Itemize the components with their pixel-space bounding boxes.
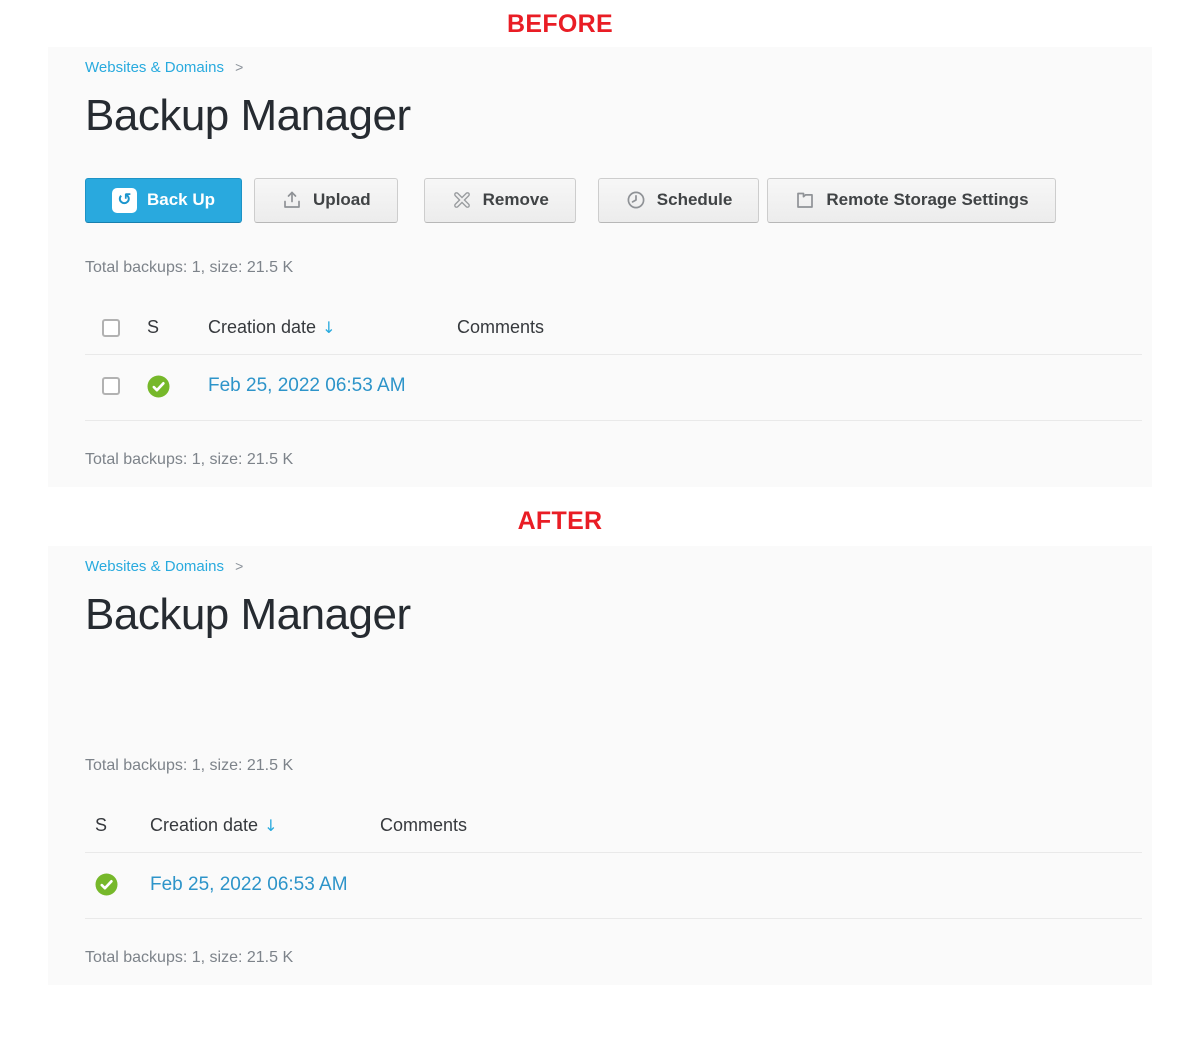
breadcrumb-link-websites-domains[interactable]: Websites & Domains — [85, 59, 224, 76]
backup-summary-top: Total backups: 1, size: 21.5 K — [85, 259, 1142, 277]
back-up-button[interactable]: ↺ Back Up — [85, 178, 242, 223]
creation-date-sort-link[interactable]: Creation date — [208, 317, 316, 337]
remove-icon — [451, 189, 473, 211]
backup-date-link[interactable]: Feb 25, 2022 06:53 AM — [208, 375, 406, 396]
row-date-cell: Feb 25, 2022 06:53 AM — [191, 354, 440, 420]
breadcrumb: Websites & Domains > — [85, 556, 1142, 575]
upload-icon — [281, 189, 303, 211]
select-all-cell — [85, 303, 130, 355]
backup-summary-top: Total backups: 1, size: 21.5 K — [85, 757, 1142, 775]
creation-date-column-header: Creation date ↓ — [140, 801, 370, 853]
backup-row: Feb 25, 2022 06:53 AM — [85, 853, 1142, 919]
schedule-button[interactable]: Schedule — [598, 178, 760, 223]
row-status-cell — [85, 853, 140, 919]
row-comments-cell — [440, 354, 1142, 420]
backup-icon: ↺ — [112, 188, 137, 213]
schedule-button-label: Schedule — [657, 190, 733, 210]
backup-row: Feb 25, 2022 06:53 AM — [85, 354, 1142, 420]
remote-storage-settings-button[interactable]: Remote Storage Settings — [767, 178, 1055, 223]
row-select-cell — [85, 354, 130, 420]
upload-button[interactable]: Upload — [254, 178, 398, 223]
row-checkbox[interactable] — [102, 377, 120, 395]
backup-summary-bottom: Total backups: 1, size: 21.5 K — [85, 451, 1142, 469]
status-column-header: S — [85, 801, 140, 853]
status-column-header: S — [130, 303, 191, 355]
creation-date-column-header: Creation date ↓ — [191, 303, 440, 355]
breadcrumb: Websites & Domains > — [85, 57, 1142, 76]
page-title: Backup Manager — [85, 590, 1142, 641]
after-panel: Websites & Domains > Backup Manager Tota… — [48, 546, 1152, 986]
breadcrumb-link-websites-domains[interactable]: Websites & Domains — [85, 558, 224, 575]
upload-button-label: Upload — [313, 190, 371, 210]
remove-button[interactable]: Remove — [424, 178, 576, 223]
creation-date-sort-link[interactable]: Creation date — [150, 815, 258, 835]
select-all-checkbox[interactable] — [102, 319, 120, 337]
backups-table: S Creation date ↓ Comments — [85, 801, 1142, 919]
row-comments-cell — [370, 853, 1142, 919]
table-header-row: S Creation date ↓ Comments — [85, 801, 1142, 853]
schedule-icon — [625, 189, 647, 211]
toolbar: ↺ Back Up Upload Remove — [85, 178, 1142, 223]
before-panel: Websites & Domains > Backup Manager ↺ Ba… — [48, 47, 1152, 487]
breadcrumb-separator-icon: > — [235, 59, 243, 75]
sort-desc-icon: ↓ — [264, 816, 277, 835]
back-up-button-label: Back Up — [147, 190, 215, 210]
ok-status-icon — [147, 375, 181, 398]
toolbar-removed-space — [85, 676, 1142, 721]
backup-summary-bottom: Total backups: 1, size: 21.5 K — [85, 949, 1142, 967]
breadcrumb-separator-icon: > — [235, 558, 243, 574]
table-header-row: S Creation date ↓ Comments — [85, 303, 1142, 355]
sort-desc-icon: ↓ — [322, 318, 335, 337]
page-title: Backup Manager — [85, 91, 1142, 142]
remove-button-label: Remove — [483, 190, 549, 210]
row-date-cell: Feb 25, 2022 06:53 AM — [140, 853, 370, 919]
comments-column-header: Comments — [370, 801, 1142, 853]
folder-icon — [794, 189, 816, 211]
comments-column-header: Comments — [440, 303, 1142, 355]
ok-status-icon — [95, 873, 130, 896]
row-status-cell — [130, 354, 191, 420]
backups-table: S Creation date ↓ Comments — [85, 303, 1142, 421]
after-label: AFTER — [0, 487, 1120, 538]
remote-storage-settings-button-label: Remote Storage Settings — [826, 190, 1028, 210]
before-label: BEFORE — [0, 0, 1120, 39]
backup-date-link[interactable]: Feb 25, 2022 06:53 AM — [150, 874, 348, 895]
